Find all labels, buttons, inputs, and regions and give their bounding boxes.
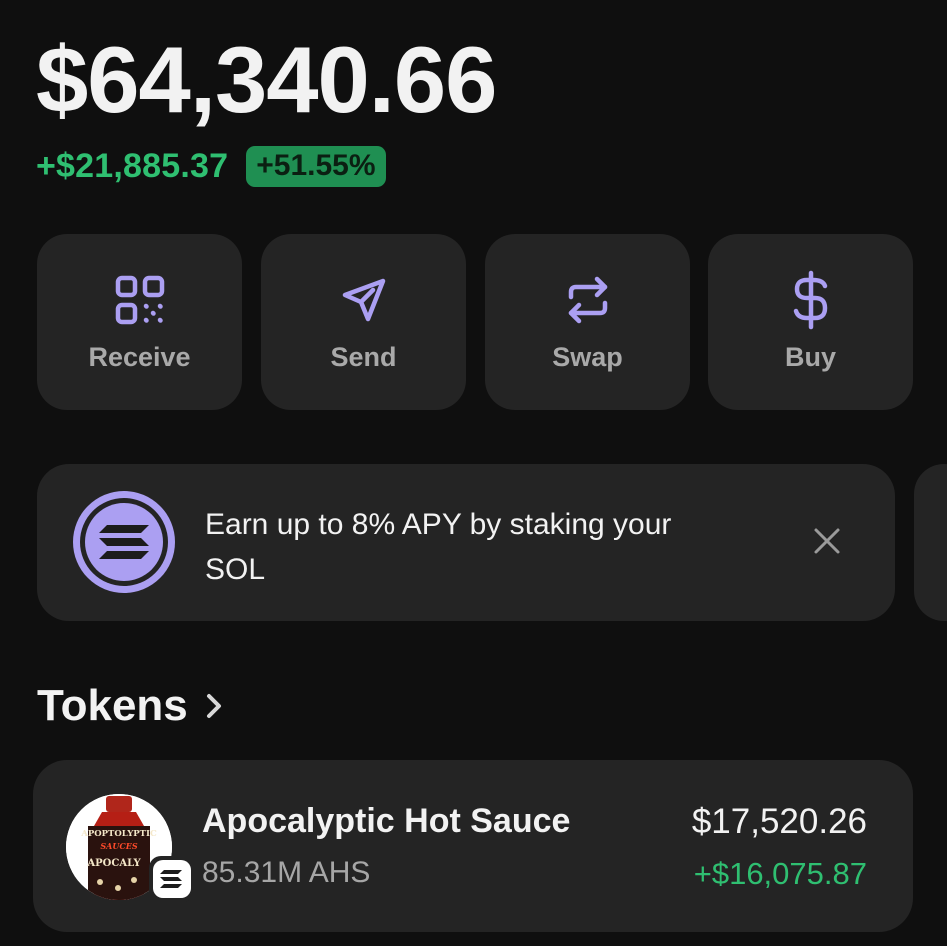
- swap-button[interactable]: Swap: [485, 234, 690, 410]
- balance-change-amount: +$21,885.37: [36, 146, 229, 185]
- balance-change-percent-badge: +51.55%: [246, 145, 386, 187]
- total-balance: $64,340.66: [36, 27, 497, 132]
- wallet-home-screen: $64,340.66 +$21,885.37 +51.55% Receive S…: [0, 0, 947, 946]
- tokens-title: Tokens: [37, 681, 188, 730]
- send-icon: [334, 270, 394, 330]
- buy-label: Buy: [784, 342, 836, 372]
- receive-button[interactable]: Receive: [37, 234, 242, 410]
- receive-label: Receive: [88, 342, 191, 372]
- balance-change-row: +$21,885.37 +51.55%: [36, 145, 386, 187]
- solana-icon: [71, 489, 177, 595]
- solana-chain-badge-icon: [149, 856, 195, 902]
- token-pnl: +$16,075.87: [693, 856, 867, 891]
- token-row[interactable]: APOPTOLYPTIC SAUCES APOCALY Apocalyptic …: [33, 760, 913, 932]
- tokens-section-header[interactable]: Tokens: [37, 680, 226, 732]
- qr-code-icon: [110, 270, 170, 330]
- send-label: Send: [330, 342, 397, 372]
- swap-icon: [558, 270, 618, 330]
- staking-promo-text: Earn up to 8% APY by staking your SOL: [205, 508, 672, 586]
- avatar-label-mid: SAUCES: [100, 841, 137, 851]
- avatar-label-top: APOPTOLYPTIC: [80, 829, 157, 839]
- send-button[interactable]: Send: [261, 234, 466, 410]
- buy-button[interactable]: Buy: [708, 234, 913, 410]
- avatar-label-bottom: APOCALY: [86, 858, 141, 869]
- token-amount: 85.31M AHS: [202, 856, 371, 889]
- staking-promo-banner[interactable]: Earn up to 8% APY by staking your SOL: [37, 464, 895, 621]
- token-name: Apocalyptic Hot Sauce: [202, 802, 571, 840]
- token-value: $17,520.26: [691, 802, 867, 841]
- dollar-icon: [781, 270, 841, 330]
- chevron-right-icon: [202, 691, 226, 721]
- next-banner-peek[interactable]: [914, 464, 947, 621]
- close-icon[interactable]: [807, 521, 847, 561]
- swap-label: Swap: [552, 342, 623, 372]
- quick-actions: Receive Send Swap Buy: [37, 234, 913, 410]
